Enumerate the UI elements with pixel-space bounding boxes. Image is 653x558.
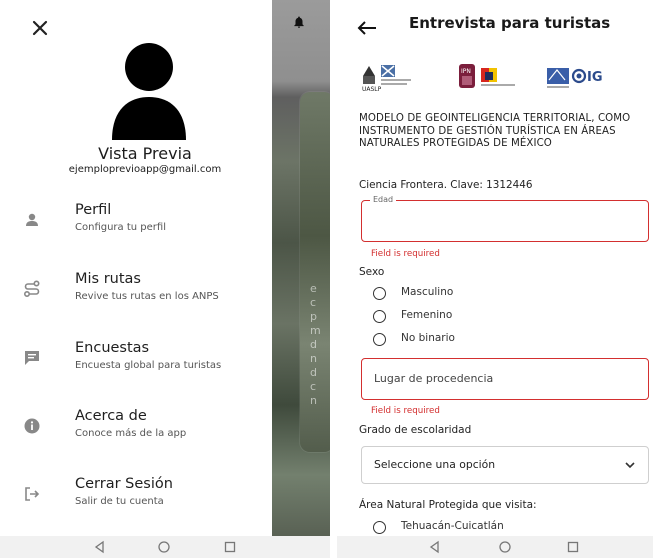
menu-label: Cerrar Sesión bbox=[75, 476, 173, 492]
logos-row: UASLP IPN IG bbox=[359, 62, 649, 94]
menu-label: Acerca de bbox=[75, 408, 147, 424]
survey-subheading: Ciencia Frontera. Clave: 1312446 bbox=[359, 179, 533, 191]
drawer-title: Vista Previa bbox=[98, 144, 192, 163]
lugar-placeholder: Lugar de procedencia bbox=[374, 372, 494, 385]
radio-label: Femenino bbox=[401, 309, 453, 321]
info-icon bbox=[24, 418, 40, 434]
nav-back-icon[interactable] bbox=[427, 539, 443, 555]
menu-item-encuestas[interactable]: Encuestas Encuesta global para turistas bbox=[0, 340, 272, 396]
close-icon[interactable] bbox=[32, 20, 48, 36]
radio-label: No binario bbox=[401, 332, 455, 344]
system-nav-bar bbox=[0, 536, 330, 558]
menu-item-acerca-de[interactable]: Acerca de Conoce más de la app bbox=[0, 408, 272, 464]
app-bar: Entrevista para turistas bbox=[337, 0, 653, 44]
lugar-error: Field is required bbox=[371, 406, 440, 416]
escolaridad-label: Grado de escolaridad bbox=[359, 424, 472, 436]
menu-subtitle: Salir de tu cuenta bbox=[75, 496, 164, 507]
navigation-drawer: Vista Previa ejemplopreviоapp@gmail.com … bbox=[0, 0, 272, 540]
nav-back-icon[interactable] bbox=[92, 539, 108, 555]
radio-label: Masculino bbox=[401, 286, 454, 298]
menu-label: Encuestas bbox=[75, 340, 150, 356]
svg-text:IPN: IPN bbox=[461, 68, 471, 75]
background-text: e c p m d n d c n bbox=[310, 282, 321, 407]
logout-icon bbox=[25, 487, 40, 501]
edad-field[interactable]: Edad bbox=[361, 195, 649, 242]
sexo-label: Sexo bbox=[359, 266, 385, 278]
uaslp-logo: UASLP bbox=[362, 65, 411, 92]
svg-text:UASLP: UASLP bbox=[362, 86, 382, 92]
survey-heading: MODELO DE GEOINTELIGENCIA TERRITORIAL, C… bbox=[359, 113, 631, 150]
radio-circle-icon bbox=[373, 287, 386, 300]
user-email: ejemplopreviоapp@gmail.com bbox=[68, 164, 222, 175]
unam-ig-logo: IG bbox=[547, 68, 603, 88]
person-icon bbox=[26, 213, 38, 226]
background-app-content: e c p m d n d c n bbox=[272, 0, 330, 540]
nav-home-icon[interactable] bbox=[156, 539, 172, 555]
avatar-icon bbox=[112, 43, 186, 140]
radio-circle-icon bbox=[373, 310, 386, 323]
anp-label: Área Natural Protegida que visita: bbox=[359, 499, 537, 511]
escolaridad-select[interactable]: Seleccione una opción bbox=[361, 446, 649, 484]
bell-icon[interactable] bbox=[292, 14, 306, 30]
edad-error: Field is required bbox=[371, 249, 440, 259]
menu-subtitle: Revive tus rutas en los ANPS bbox=[75, 291, 219, 302]
back-arrow-icon[interactable] bbox=[357, 20, 377, 36]
radio-circle-icon bbox=[373, 521, 386, 534]
edad-field-label: Edad bbox=[370, 195, 397, 204]
route-icon bbox=[23, 280, 40, 298]
menu-subtitle: Conoce más de la app bbox=[75, 428, 187, 439]
ipn-centrogeo-logo: IPN bbox=[459, 64, 515, 88]
nav-home-icon[interactable] bbox=[497, 539, 513, 555]
radio-label: Tehuacán-Cuicatlán bbox=[401, 520, 504, 532]
menu-subtitle: Encuesta global para turistas bbox=[75, 360, 222, 371]
menu-item-mis-rutas[interactable]: Mis rutas Revive tus rutas en los ANPS bbox=[0, 271, 272, 327]
chat-icon bbox=[25, 351, 39, 365]
lugar-procedencia-field[interactable]: Lugar de procedencia bbox=[361, 358, 649, 400]
form-screen: Entrevista para turistas UASLP IPN IG MO… bbox=[337, 0, 653, 558]
drawer-screen: e c p m d n d c n Vista Previa ejemplopr… bbox=[0, 0, 330, 558]
svg-text:IG: IG bbox=[587, 70, 603, 85]
radio-circle-icon bbox=[373, 333, 386, 346]
menu-item-perfil[interactable]: Perfil Configura tu perfil bbox=[0, 202, 272, 258]
nav-recents-icon[interactable] bbox=[222, 539, 238, 555]
menu-label: Perfil bbox=[75, 202, 112, 218]
chevron-down-icon bbox=[625, 462, 635, 469]
menu-item-cerrar-sesion[interactable]: Cerrar Sesión Salir de tu cuenta bbox=[0, 476, 272, 532]
page-title: Entrevista para turistas bbox=[409, 14, 611, 32]
menu-label: Mis rutas bbox=[75, 271, 141, 287]
nav-recents-icon[interactable] bbox=[565, 539, 581, 555]
system-nav-bar bbox=[337, 536, 653, 558]
menu-subtitle: Configura tu perfil bbox=[75, 222, 166, 233]
select-value: Seleccione una opción bbox=[374, 458, 496, 471]
